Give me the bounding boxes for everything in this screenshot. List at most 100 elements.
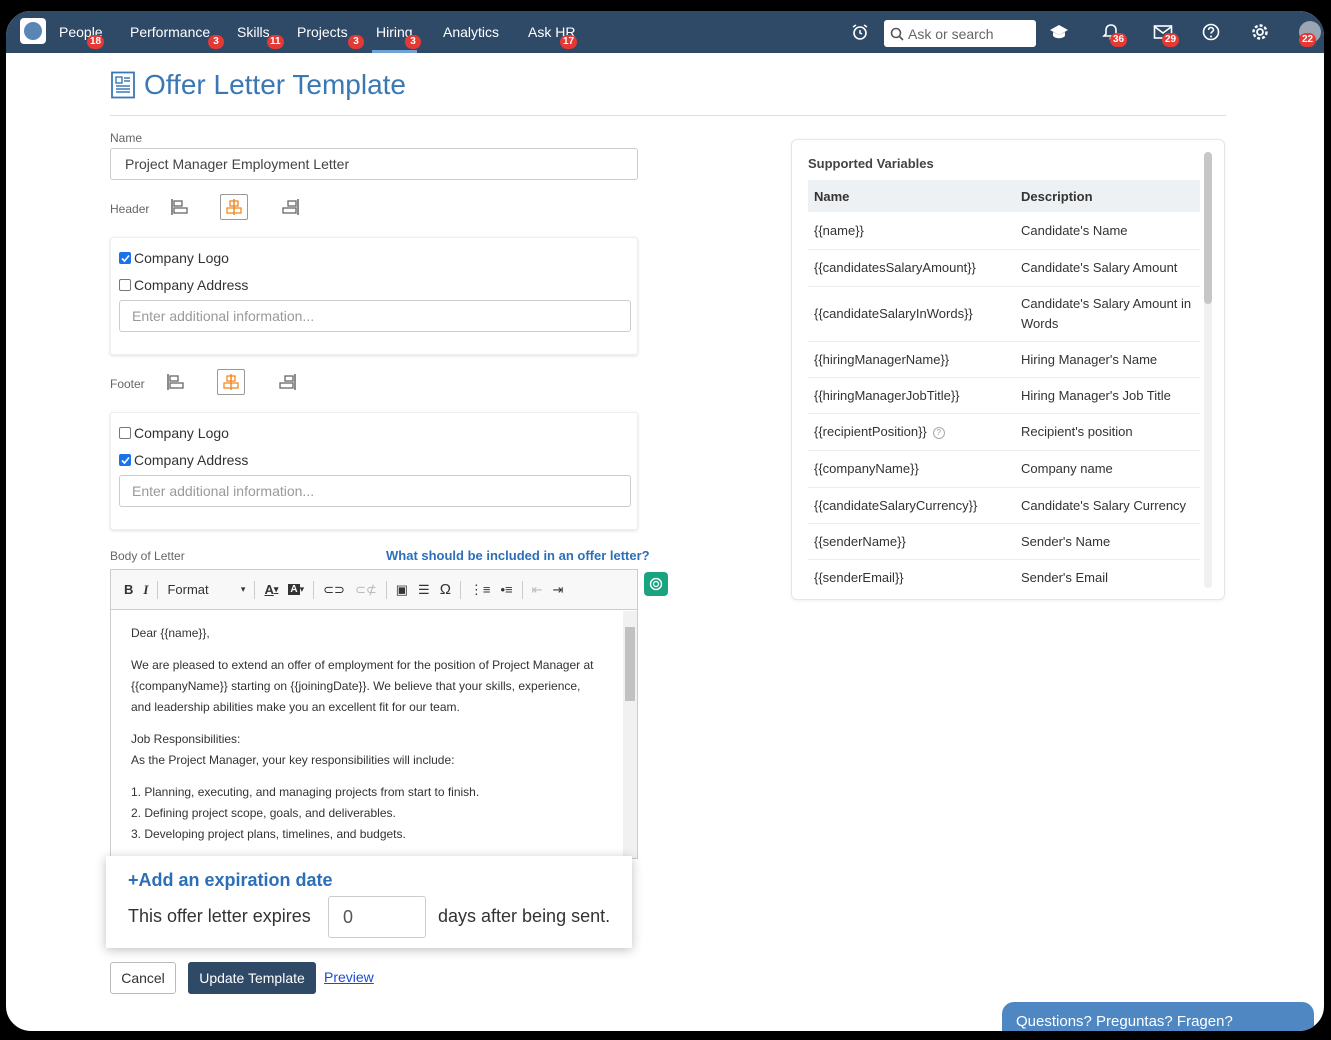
unlink-icon[interactable]: ⊂⊄ bbox=[355, 582, 377, 598]
header-align-center-button[interactable] bbox=[220, 194, 248, 220]
nav-ask-hr[interactable]: Ask HR 17 bbox=[528, 11, 578, 53]
nav-people[interactable]: People 18 bbox=[59, 11, 105, 53]
toolbar-separator bbox=[313, 580, 315, 599]
bold-button[interactable]: B bbox=[124, 582, 133, 597]
column-header-name: Name bbox=[808, 180, 1015, 212]
body-paragraph: 2. Defining project scope, goals, and de… bbox=[131, 806, 396, 820]
variables-scrollbar[interactable] bbox=[1204, 152, 1212, 588]
table-row: {{senderName}} Sender's Name bbox=[808, 523, 1200, 560]
table-row: {{candidateSalaryCurrency}} Candidate's … bbox=[808, 487, 1200, 524]
avatar[interactable]: 22 bbox=[1299, 21, 1321, 47]
editor-toolbar: B I Format ▾ A ▾ A ▾ ⊂⊃ ⊂⊄ ▣ ☰ Ω ⋮≡ •≡ ⇤ ⇥ bbox=[111, 570, 637, 610]
footer-company-logo-checkbox[interactable]: Company Logo bbox=[119, 425, 229, 441]
gear-icon[interactable] bbox=[1249, 21, 1271, 43]
help-icon[interactable] bbox=[1200, 21, 1222, 43]
text-color-button[interactable]: A ▾ bbox=[264, 582, 278, 597]
background-color-button[interactable]: A ▾ bbox=[288, 584, 304, 595]
link-icon[interactable]: ⊂⊃ bbox=[323, 582, 345, 598]
horizontal-rule-icon[interactable]: ☰ bbox=[418, 582, 430, 598]
divider bbox=[110, 115, 1226, 116]
table-row: {{name}} Candidate's Name bbox=[808, 212, 1200, 250]
expiration-suffix: days after being sent. bbox=[438, 906, 611, 926]
name-label: Name bbox=[110, 131, 143, 145]
preview-link[interactable]: Preview bbox=[324, 969, 374, 985]
editor-scrollbar[interactable] bbox=[623, 611, 637, 858]
offer-letter-help-link[interactable]: What should be included in an offer lett… bbox=[386, 548, 650, 563]
document-icon bbox=[111, 71, 135, 99]
body-label: Body of Letter bbox=[110, 549, 185, 563]
mail-icon[interactable]: 29 bbox=[1152, 21, 1180, 47]
badge: 18 bbox=[87, 35, 105, 49]
footer-additional-info-input[interactable] bbox=[119, 475, 631, 507]
align-center-icon bbox=[223, 374, 239, 390]
badge: 3 bbox=[348, 35, 364, 49]
table-row: {{candidateSalaryInWords}} Candidate's S… bbox=[808, 286, 1200, 342]
nav-projects[interactable]: Projects 3 bbox=[297, 11, 364, 53]
decrease-indent-icon[interactable]: ⇤ bbox=[532, 582, 543, 598]
bell-icon[interactable]: 36 bbox=[1100, 21, 1128, 47]
body-paragraph: Job Responsibilities: bbox=[131, 732, 241, 746]
footer-align-left-button[interactable] bbox=[161, 369, 189, 395]
ai-assistant-icon[interactable] bbox=[644, 572, 668, 596]
header-company-address-checkbox[interactable]: Company Address bbox=[119, 277, 248, 293]
footer-align-right-button[interactable] bbox=[274, 369, 302, 395]
nav-hiring[interactable]: Hiring 3 bbox=[372, 11, 421, 53]
format-dropdown[interactable]: Format ▾ bbox=[167, 582, 245, 597]
italic-button[interactable]: I bbox=[143, 582, 148, 598]
letter-body-content[interactable]: Dear {{name}}, We are pleased to extend … bbox=[111, 611, 619, 858]
bulleted-list-icon[interactable]: •≡ bbox=[501, 582, 513, 597]
numbered-list-icon[interactable]: ⋮≡ bbox=[470, 582, 491, 598]
footer-company-address-checkbox[interactable]: Company Address bbox=[119, 452, 248, 468]
header-align-right-button[interactable] bbox=[277, 194, 305, 220]
image-icon[interactable]: ▣ bbox=[396, 582, 408, 598]
increase-indent-icon[interactable]: ⇥ bbox=[553, 582, 564, 598]
badge: 22 bbox=[1299, 33, 1317, 47]
nav-skills[interactable]: Skills 11 bbox=[237, 11, 284, 53]
variables-table: Name Description {{name}} Candidate's Na… bbox=[808, 180, 1200, 595]
template-name-input[interactable] bbox=[110, 148, 638, 180]
badge: 11 bbox=[267, 35, 284, 49]
scrollbar-thumb[interactable] bbox=[625, 627, 635, 701]
help-circle-icon[interactable]: ? bbox=[932, 426, 945, 439]
checkbox-unchecked-icon bbox=[119, 279, 131, 291]
badge: 17 bbox=[560, 35, 578, 49]
badge: 3 bbox=[208, 35, 224, 49]
checkbox-checked-icon bbox=[119, 454, 131, 466]
header-additional-info-input[interactable] bbox=[119, 300, 631, 332]
app-window: People 18 Performance 3 Skills 11 Projec… bbox=[3, 8, 1327, 1034]
header-options: Company Logo Company Address bbox=[110, 237, 638, 355]
cancel-button[interactable]: Cancel bbox=[110, 962, 176, 994]
help-chat-widget[interactable]: Questions? Preguntas? Fragen? bbox=[1002, 1002, 1314, 1031]
badge: 29 bbox=[1162, 33, 1180, 47]
toolbar-separator bbox=[385, 580, 387, 599]
badge: 3 bbox=[405, 35, 421, 49]
align-left-icon bbox=[171, 199, 188, 215]
expiration-days-input[interactable] bbox=[328, 896, 426, 938]
search-icon bbox=[890, 27, 904, 41]
search-input[interactable] bbox=[908, 25, 1028, 42]
table-row: {{candidatesSalaryAmount}} Candidate's S… bbox=[808, 249, 1200, 287]
nav-performance[interactable]: Performance 3 bbox=[130, 11, 224, 53]
body-paragraph: As the Project Manager, your key respons… bbox=[131, 753, 455, 767]
scrollbar-thumb[interactable] bbox=[1204, 152, 1212, 304]
global-search[interactable] bbox=[884, 20, 1036, 47]
graduation-cap-icon[interactable] bbox=[1048, 21, 1070, 43]
alarm-clock-icon[interactable] bbox=[849, 21, 871, 43]
badge: 36 bbox=[1110, 33, 1128, 47]
update-template-button[interactable]: Update Template bbox=[188, 962, 316, 994]
header-align-left-button[interactable] bbox=[165, 194, 193, 220]
toolbar-separator bbox=[254, 580, 256, 599]
nav-analytics[interactable]: Analytics bbox=[443, 11, 499, 53]
footer-options: Company Logo Company Address bbox=[110, 412, 638, 530]
align-left-icon bbox=[167, 374, 184, 390]
checkbox-unchecked-icon bbox=[119, 427, 131, 439]
body-paragraph: We are pleased to extend an offer of emp… bbox=[131, 658, 594, 714]
special-character-icon[interactable]: Ω bbox=[440, 581, 451, 598]
align-right-icon bbox=[282, 199, 299, 215]
align-right-icon bbox=[279, 374, 296, 390]
app-logo[interactable] bbox=[20, 18, 46, 44]
header-company-logo-checkbox[interactable]: Company Logo bbox=[119, 250, 229, 266]
expiration-card: +Add an expiration date This offer lette… bbox=[106, 856, 632, 948]
add-expiration-link[interactable]: +Add an expiration date bbox=[128, 870, 333, 891]
footer-align-center-button[interactable] bbox=[217, 369, 245, 395]
